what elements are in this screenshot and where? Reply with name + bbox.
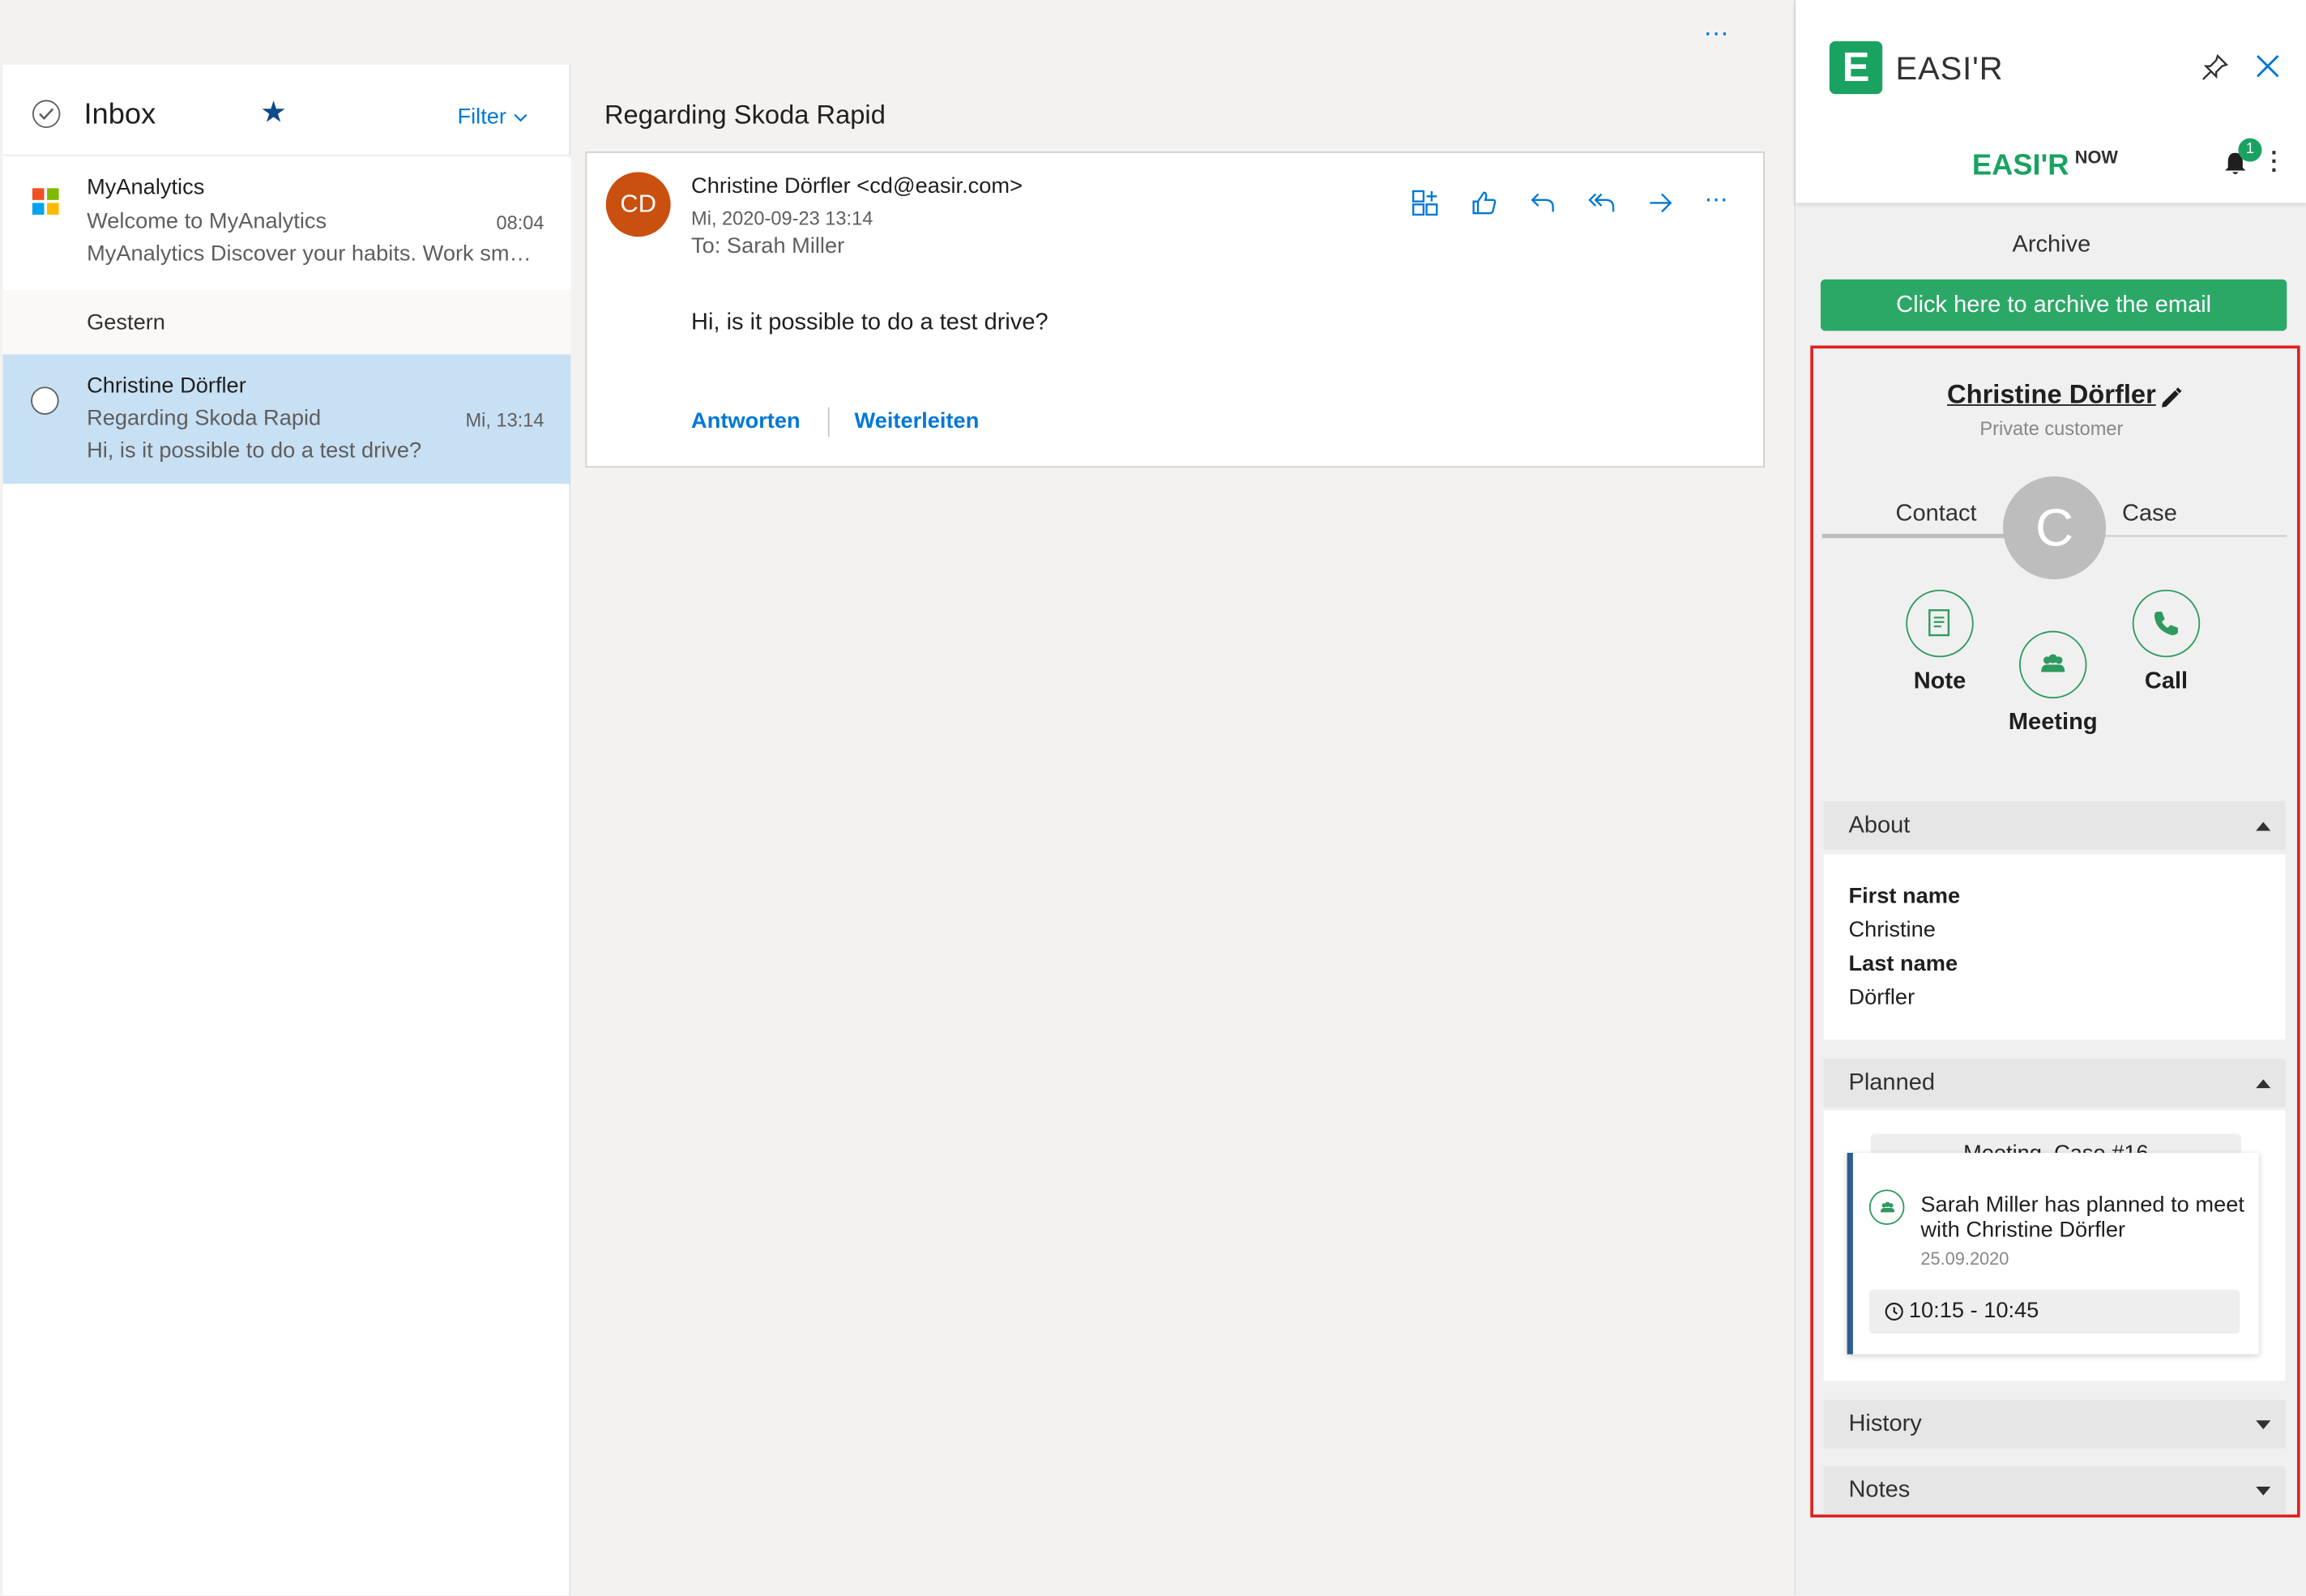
sender-avatar: CD — [605, 172, 671, 237]
caret-down-icon — [2256, 1486, 2271, 1496]
favorite-star-icon[interactable]: ★ — [260, 94, 287, 130]
message-select-radio[interactable] — [31, 386, 59, 415]
message-item[interactable]: MyAnalytics Welcome to MyAnalytics 08:04… — [2, 157, 571, 290]
clock-icon — [1885, 1302, 1903, 1321]
section-planned-title: Planned — [1848, 1070, 1936, 1096]
message-subject: Regarding Skoda Rapid — [87, 405, 322, 431]
caret-up-icon — [2256, 821, 2271, 831]
close-icon[interactable] — [2254, 53, 2281, 79]
last-name-value: Dörfler — [1848, 985, 1915, 1010]
easir-logo: E — [1829, 41, 1883, 95]
section-history-header[interactable]: History — [1823, 1399, 2286, 1449]
section-about-title: About — [1848, 813, 1911, 839]
top-more-button[interactable]: … — [1703, 12, 1731, 43]
contact-name-link[interactable]: Christine Dörfler — [1796, 379, 2306, 410]
section-notes-header[interactable]: Notes — [1823, 1466, 2286, 1515]
message-time: Mi, 13:14 — [465, 408, 544, 431]
tab-contact[interactable]: Contact — [1896, 501, 1977, 528]
phone-icon — [2154, 612, 2179, 636]
archive-label: Archive — [2012, 232, 2091, 258]
planned-section-body: Meeting, Case #16 Sarah Miller has plann… — [1823, 1110, 2286, 1381]
more-actions-button[interactable]: ⋯ — [1705, 186, 1734, 215]
first-name-value: Christine — [1848, 917, 1936, 943]
like-icon[interactable] — [1469, 188, 1498, 217]
contact-type: Private customer — [1979, 417, 2124, 440]
email-date: Mi, 2020-09-23 13:14 — [691, 207, 873, 230]
archive-email-button[interactable]: Click here to archive the email — [1820, 279, 2287, 331]
message-sender: MyAnalytics — [87, 174, 205, 200]
email-card: CD Christine Dörfler <cd@easir.com> Mi, … — [585, 151, 1765, 468]
outlook-window: … Inbox ★ Filter MyAnalytics Welcome to … — [0, 0, 2306, 1596]
call-action-label: Call — [2144, 668, 2189, 694]
easir-now-name: EASI'R — [1971, 149, 2069, 182]
tab-indicator-inactive — [2104, 535, 2287, 537]
email-from: Christine Dörfler <cd@easir.com> — [691, 173, 1023, 199]
folder-title: Inbox — [83, 98, 156, 131]
first-name-label: First name — [1848, 883, 1961, 909]
date-group-header: Gestern — [2, 289, 571, 355]
easir-addin-pane: E EASI'R EASI'R NOW 1 · · · Archive Click h… — [1794, 0, 2306, 1596]
planned-activity-card[interactable]: Sarah Miller has planned to meet with Ch… — [1847, 1152, 2259, 1355]
message-preview: MyAnalytics Discover your habits. Work s… — [87, 241, 532, 267]
note-action-label: Note — [1913, 668, 1967, 694]
apps-add-icon[interactable] — [1411, 188, 1440, 217]
call-action-button[interactable] — [2132, 589, 2201, 658]
reply-all-icon[interactable] — [1586, 188, 1616, 217]
email-to: To: Sarah Miller — [691, 233, 845, 259]
contact-avatar: C — [2003, 476, 2107, 580]
top-bar: … — [0, 0, 1795, 65]
section-notes-title: Notes — [1848, 1478, 1911, 1503]
message-preview: Hi, is it possible to do a test drive? — [87, 437, 422, 463]
tab-indicator-active — [1821, 533, 2013, 539]
message-item-selected[interactable]: Christine Dörfler Regarding Skoda Rapid … — [2, 354, 571, 484]
email-subject-title: Regarding Skoda Rapid — [604, 100, 886, 130]
about-section-body: First name Christine Last name Dörfler — [1823, 854, 2286, 1040]
message-time: 08:04 — [496, 211, 544, 234]
planned-time-value: 10:15 - 10:45 — [1908, 1298, 2039, 1324]
microsoft-logo-icon — [32, 188, 59, 215]
notification-badge: 1 — [2238, 138, 2262, 162]
easir-now-suffix: NOW — [2074, 147, 2118, 168]
section-about-header[interactable]: About — [1823, 801, 2286, 851]
easir-now-brand: EASI'R NOW — [1972, 147, 2118, 184]
message-subject: Welcome to MyAnalytics — [87, 208, 327, 234]
kebab-menu-icon[interactable]: · · · — [2270, 142, 2279, 183]
easir-app-name: EASI'R — [1895, 49, 2004, 87]
list-header: Inbox ★ Filter — [2, 65, 571, 156]
reply-icon[interactable] — [1528, 188, 1557, 217]
chevron-down-icon — [513, 113, 527, 122]
meeting-action-button[interactable] — [2018, 630, 2087, 699]
caret-up-icon — [2256, 1079, 2271, 1089]
pin-icon[interactable] — [2200, 53, 2229, 82]
section-planned-header[interactable]: Planned — [1823, 1058, 2286, 1107]
easir-header: E EASI'R EASI'R NOW 1 · · · — [1796, 0, 2306, 203]
message-sender: Christine Dörfler — [87, 373, 246, 399]
planned-activity-text: Sarah Miller has planned to meet with Ch… — [1920, 1192, 2244, 1243]
reading-pane: Regarding Skoda Rapid CD Christine Dörfl… — [572, 64, 1795, 1596]
meeting-action-label: Meeting — [2008, 710, 2098, 736]
planned-activity-time: 10:15 - 10:45 — [1868, 1289, 2240, 1334]
last-name-label: Last name — [1848, 951, 1958, 977]
caret-down-icon — [2256, 1420, 2271, 1430]
forward-link[interactable]: Weiterleiten — [855, 409, 980, 434]
section-history-title: History — [1848, 1411, 1922, 1437]
date-group-label: Gestern — [87, 309, 165, 335]
check-icon — [39, 108, 54, 120]
pencil-edit-icon[interactable] — [2158, 386, 2184, 412]
note-action-button[interactable] — [1906, 589, 1974, 658]
filter-button[interactable]: Filter — [457, 105, 527, 130]
email-body: Hi, is it possible to do a test drive? — [691, 309, 1048, 335]
forward-icon[interactable] — [1646, 188, 1675, 217]
select-all-checkbox[interactable] — [32, 100, 61, 128]
link-divider — [827, 407, 830, 437]
note-icon — [1928, 609, 1950, 637]
reply-link[interactable]: Antworten — [691, 409, 801, 434]
filter-label: Filter — [457, 104, 506, 130]
meeting-icon — [1868, 1189, 1905, 1225]
meeting-people-icon — [2041, 654, 2065, 672]
message-list: Inbox ★ Filter MyAnalytics Welcome to My… — [2, 64, 571, 1596]
tab-case[interactable]: Case — [2122, 501, 2177, 528]
planned-activity-date: 25.09.2020 — [1920, 1248, 2009, 1270]
